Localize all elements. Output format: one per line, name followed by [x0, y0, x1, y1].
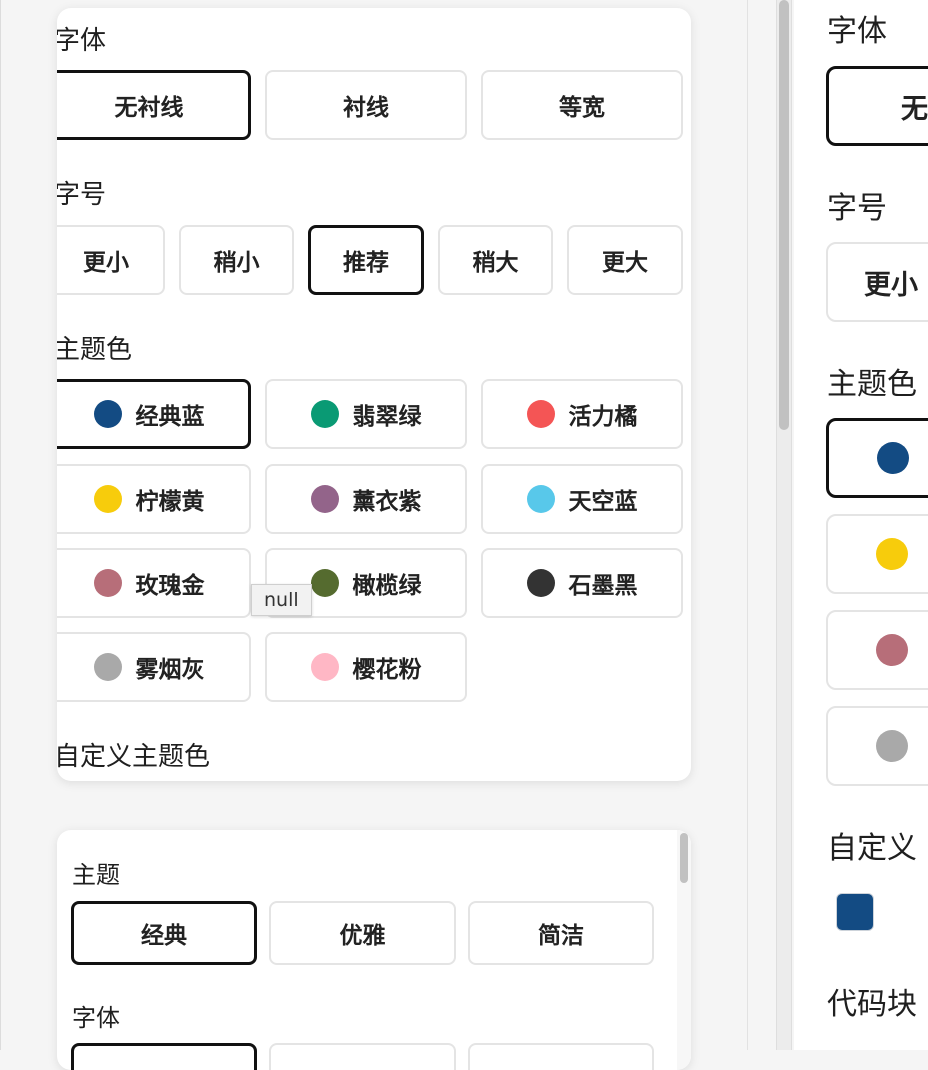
preview-panel: 字体 无 字号 更小 主题色 自定义 代码块	[794, 0, 928, 1050]
theme-option-elegant[interactable]: 优雅	[269, 901, 456, 965]
column-divider	[747, 0, 748, 1050]
theme-option-classic[interactable]: 经典	[71, 901, 257, 965]
color-dot-icon	[310, 653, 339, 681]
theme-color-label: 橄榄绿	[352, 573, 422, 599]
font-option-label: 衬线	[343, 95, 389, 121]
color-dot-icon	[310, 485, 339, 513]
theme-color-rose-gold[interactable]: 玫瑰金	[57, 548, 251, 618]
theme-color-emerald-green[interactable]: 翡翠绿	[265, 379, 467, 449]
theme-color-section-label: 主题色	[827, 367, 917, 402]
size-section-label: 字号	[57, 180, 107, 210]
font-option-partial[interactable]	[269, 1043, 456, 1070]
color-dot-icon	[877, 442, 909, 474]
color-dot-icon	[876, 634, 908, 666]
size-option-large[interactable]: 稍大	[438, 225, 553, 295]
color-dot-icon	[526, 400, 555, 428]
appearance-settings-card: 字体 无衬线 衬线 等宽 字号 更小 稍小 推荐 稍大 更大 主题色 经典蓝 翡…	[57, 8, 691, 781]
color-dot-icon	[93, 569, 122, 597]
size-option-label: 稍小	[213, 250, 260, 276]
size-option-label: 更小	[83, 250, 129, 276]
theme-color-sakura-pink[interactable]: 樱花粉	[265, 632, 467, 702]
color-dot-icon	[93, 653, 122, 681]
theme-color-sky-blue[interactable]: 天空蓝	[481, 464, 683, 534]
color-dot-icon	[310, 400, 339, 428]
color-dot-icon	[876, 538, 908, 570]
theme-color-lavender-purple[interactable]: 薰衣紫	[265, 464, 467, 534]
color-dot-icon	[310, 569, 339, 597]
page-scrollbar-thumb[interactable]	[779, 0, 789, 430]
size-option-small[interactable]: 稍小	[179, 225, 294, 295]
size-section-label: 字号	[827, 191, 887, 226]
card-scrollbar-thumb[interactable]	[680, 833, 688, 883]
theme-color-label: 樱花粉	[352, 657, 422, 683]
color-dot-icon	[526, 569, 555, 597]
font-option-serif[interactable]: 衬线	[265, 70, 467, 140]
font-option-partial[interactable]	[468, 1043, 654, 1070]
size-option-label: 推荐	[343, 250, 389, 276]
theme-color-label: 玫瑰金	[135, 573, 205, 599]
theme-color-vibrant-orange[interactable]: 活力橘	[481, 379, 683, 449]
custom-theme-color-label: 自定义主题色	[57, 742, 211, 772]
font-section-label: 字体	[827, 14, 887, 49]
theme-option-label: 简洁	[538, 923, 584, 949]
color-dot-icon	[876, 730, 908, 762]
size-option-smaller[interactable]: 更小	[826, 242, 928, 322]
size-option-recommended[interactable]: 推荐	[308, 225, 424, 295]
theme-color-graphite-black[interactable]: 石墨黑	[481, 548, 683, 618]
font-option-label: 无衬线	[114, 95, 184, 121]
color-dot-icon	[93, 400, 122, 428]
theme-color-label: 活力橘	[568, 404, 638, 430]
theme-color-lemon-yellow[interactable]: 柠檬黄	[57, 464, 251, 534]
font-option-label: 无	[901, 93, 928, 125]
theme-color-label: 天空蓝	[568, 489, 638, 515]
theme-option-label: 经典	[141, 923, 187, 949]
theme-color-classic-blue[interactable]: 经典蓝	[57, 379, 251, 449]
theme-color-section-label: 主题色	[57, 335, 133, 365]
theme-color-label: 柠檬黄	[135, 489, 205, 515]
size-option-label: 更大	[602, 250, 648, 276]
hover-tooltip: null	[251, 584, 312, 616]
theme-color-label: 翡翠绿	[352, 404, 422, 430]
custom-theme-color-label: 自定义	[827, 831, 917, 866]
size-option-label: 更小	[864, 269, 918, 301]
font-option-label: 等宽	[559, 95, 605, 121]
font-section-label: 字体	[57, 26, 107, 56]
theme-color-label: 薰衣紫	[352, 489, 422, 515]
color-dot-icon	[93, 485, 122, 513]
color-dot-icon	[526, 485, 555, 513]
font-option-sans[interactable]: 无衬线	[57, 70, 251, 140]
theme-color-label: 经典蓝	[135, 404, 205, 430]
theme-section-label: 主题	[72, 861, 120, 889]
theme-color-label: 石墨黑	[568, 573, 638, 599]
theme-color-mist-gray[interactable]: 雾烟灰	[57, 632, 251, 702]
theme-color-label: 雾烟灰	[135, 657, 205, 683]
theme-option-label: 优雅	[339, 923, 386, 949]
custom-color-swatch[interactable]	[836, 893, 874, 931]
theme-option-minimal[interactable]: 简洁	[468, 901, 654, 965]
theme-color-classic-blue[interactable]	[826, 418, 928, 498]
code-block-section-label: 代码块	[827, 987, 917, 1022]
left-edge-divider	[0, 0, 1, 1050]
theme-color-rose-gold[interactable]	[826, 610, 928, 690]
theme-color-mist-gray[interactable]	[826, 706, 928, 786]
font-option-mono[interactable]: 等宽	[481, 70, 683, 140]
theme-settings-card: 主题 经典 优雅 简洁 字体	[57, 830, 691, 1070]
theme-color-lemon-yellow[interactable]	[826, 514, 928, 594]
size-option-smaller[interactable]: 更小	[57, 225, 165, 295]
size-option-label: 稍大	[472, 250, 519, 276]
font-option-sans[interactable]: 无	[826, 66, 928, 146]
size-option-larger[interactable]: 更大	[567, 225, 683, 295]
font-section-label: 字体	[72, 1004, 120, 1032]
font-option-partial[interactable]	[71, 1043, 257, 1070]
